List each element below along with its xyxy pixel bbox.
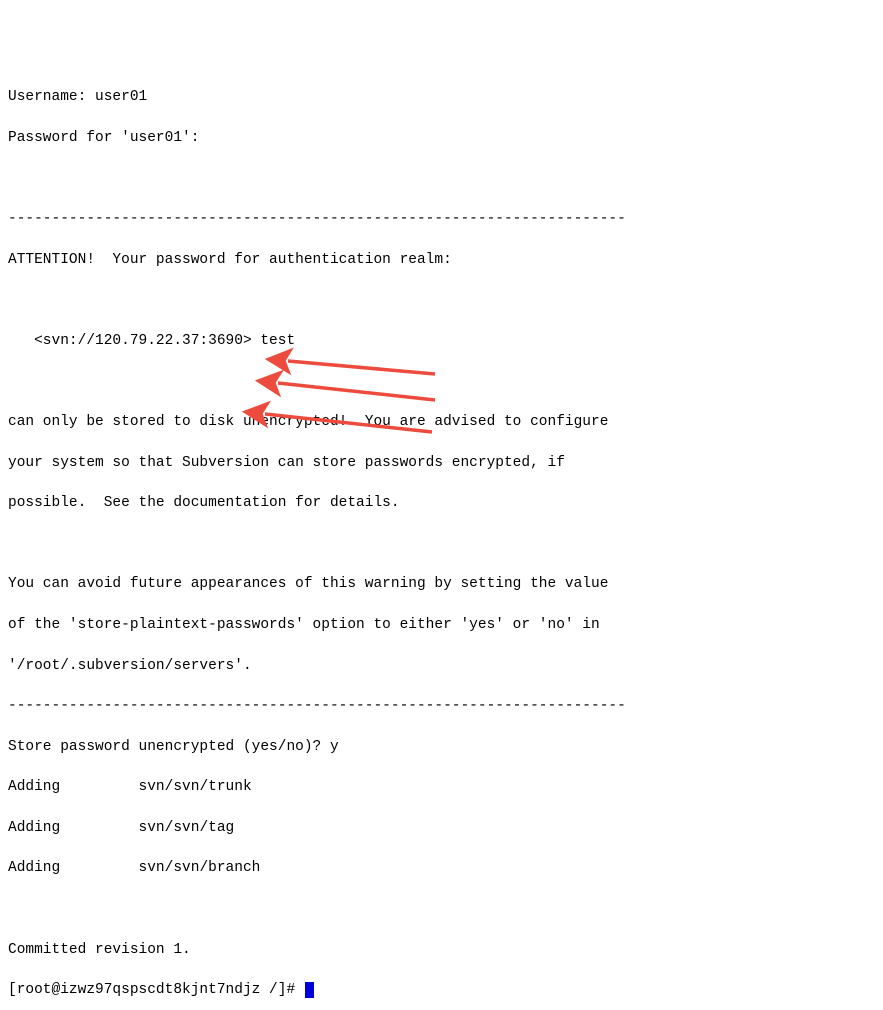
line-attention: ATTENTION! Your password for authenticat… — [8, 250, 875, 270]
line-warn2: your system so that Subversion can store… — [8, 453, 875, 473]
line-adding-2: Adding svn/svn/tag — [8, 818, 875, 838]
line-warn3: possible. See the documentation for deta… — [8, 493, 875, 513]
line-adding-3: Adding svn/svn/branch — [8, 858, 875, 878]
store-answer: y — [330, 739, 339, 755]
line-warn4: You can avoid future appearances of this… — [8, 574, 875, 594]
store-prompt-text: Store password unencrypted (yes/no)? — [8, 739, 330, 755]
added-path-1: svn/svn/trunk — [139, 779, 252, 795]
line-password-prompt[interactable]: Password for 'user01': — [8, 128, 875, 148]
username-label: Username: — [8, 89, 95, 105]
line-store-prompt[interactable]: Store password unencrypted (yes/no)? y — [8, 737, 875, 757]
adding-label: Adding — [8, 860, 139, 876]
adding-label: Adding — [8, 820, 139, 836]
divider-2: ----------------------------------------… — [8, 696, 875, 716]
divider-1: ----------------------------------------… — [8, 209, 875, 229]
blank-1 — [8, 168, 875, 188]
blank-5 — [8, 899, 875, 919]
cursor-icon — [305, 982, 314, 998]
line-warn6: '/root/.subversion/servers'. — [8, 656, 875, 676]
line-committed: Committed revision 1. — [8, 940, 875, 960]
added-path-3: svn/svn/branch — [139, 860, 261, 876]
adding-label: Adding — [8, 779, 139, 795]
line-warn5: of the 'store-plaintext-passwords' optio… — [8, 615, 875, 635]
blank-4 — [8, 534, 875, 554]
shell-prompt-text: [root@izwz97qspscdt8kjnt7ndjz /]# — [8, 982, 304, 998]
username-value: user01 — [95, 89, 147, 105]
line-realm: <svn://120.79.22.37:3690> test — [8, 331, 875, 351]
blank-2 — [8, 290, 875, 310]
line-shell-prompt[interactable]: [root@izwz97qspscdt8kjnt7ndjz /]# — [8, 980, 875, 1000]
line-username: Username: user01 — [8, 87, 875, 107]
line-adding-1: Adding svn/svn/trunk — [8, 777, 875, 797]
added-path-2: svn/svn/tag — [139, 820, 235, 836]
svn-realm: <svn://120.79.22.37:3690> test — [34, 333, 295, 349]
blank-3 — [8, 371, 875, 391]
line-warn1: can only be stored to disk unencrypted! … — [8, 412, 875, 432]
